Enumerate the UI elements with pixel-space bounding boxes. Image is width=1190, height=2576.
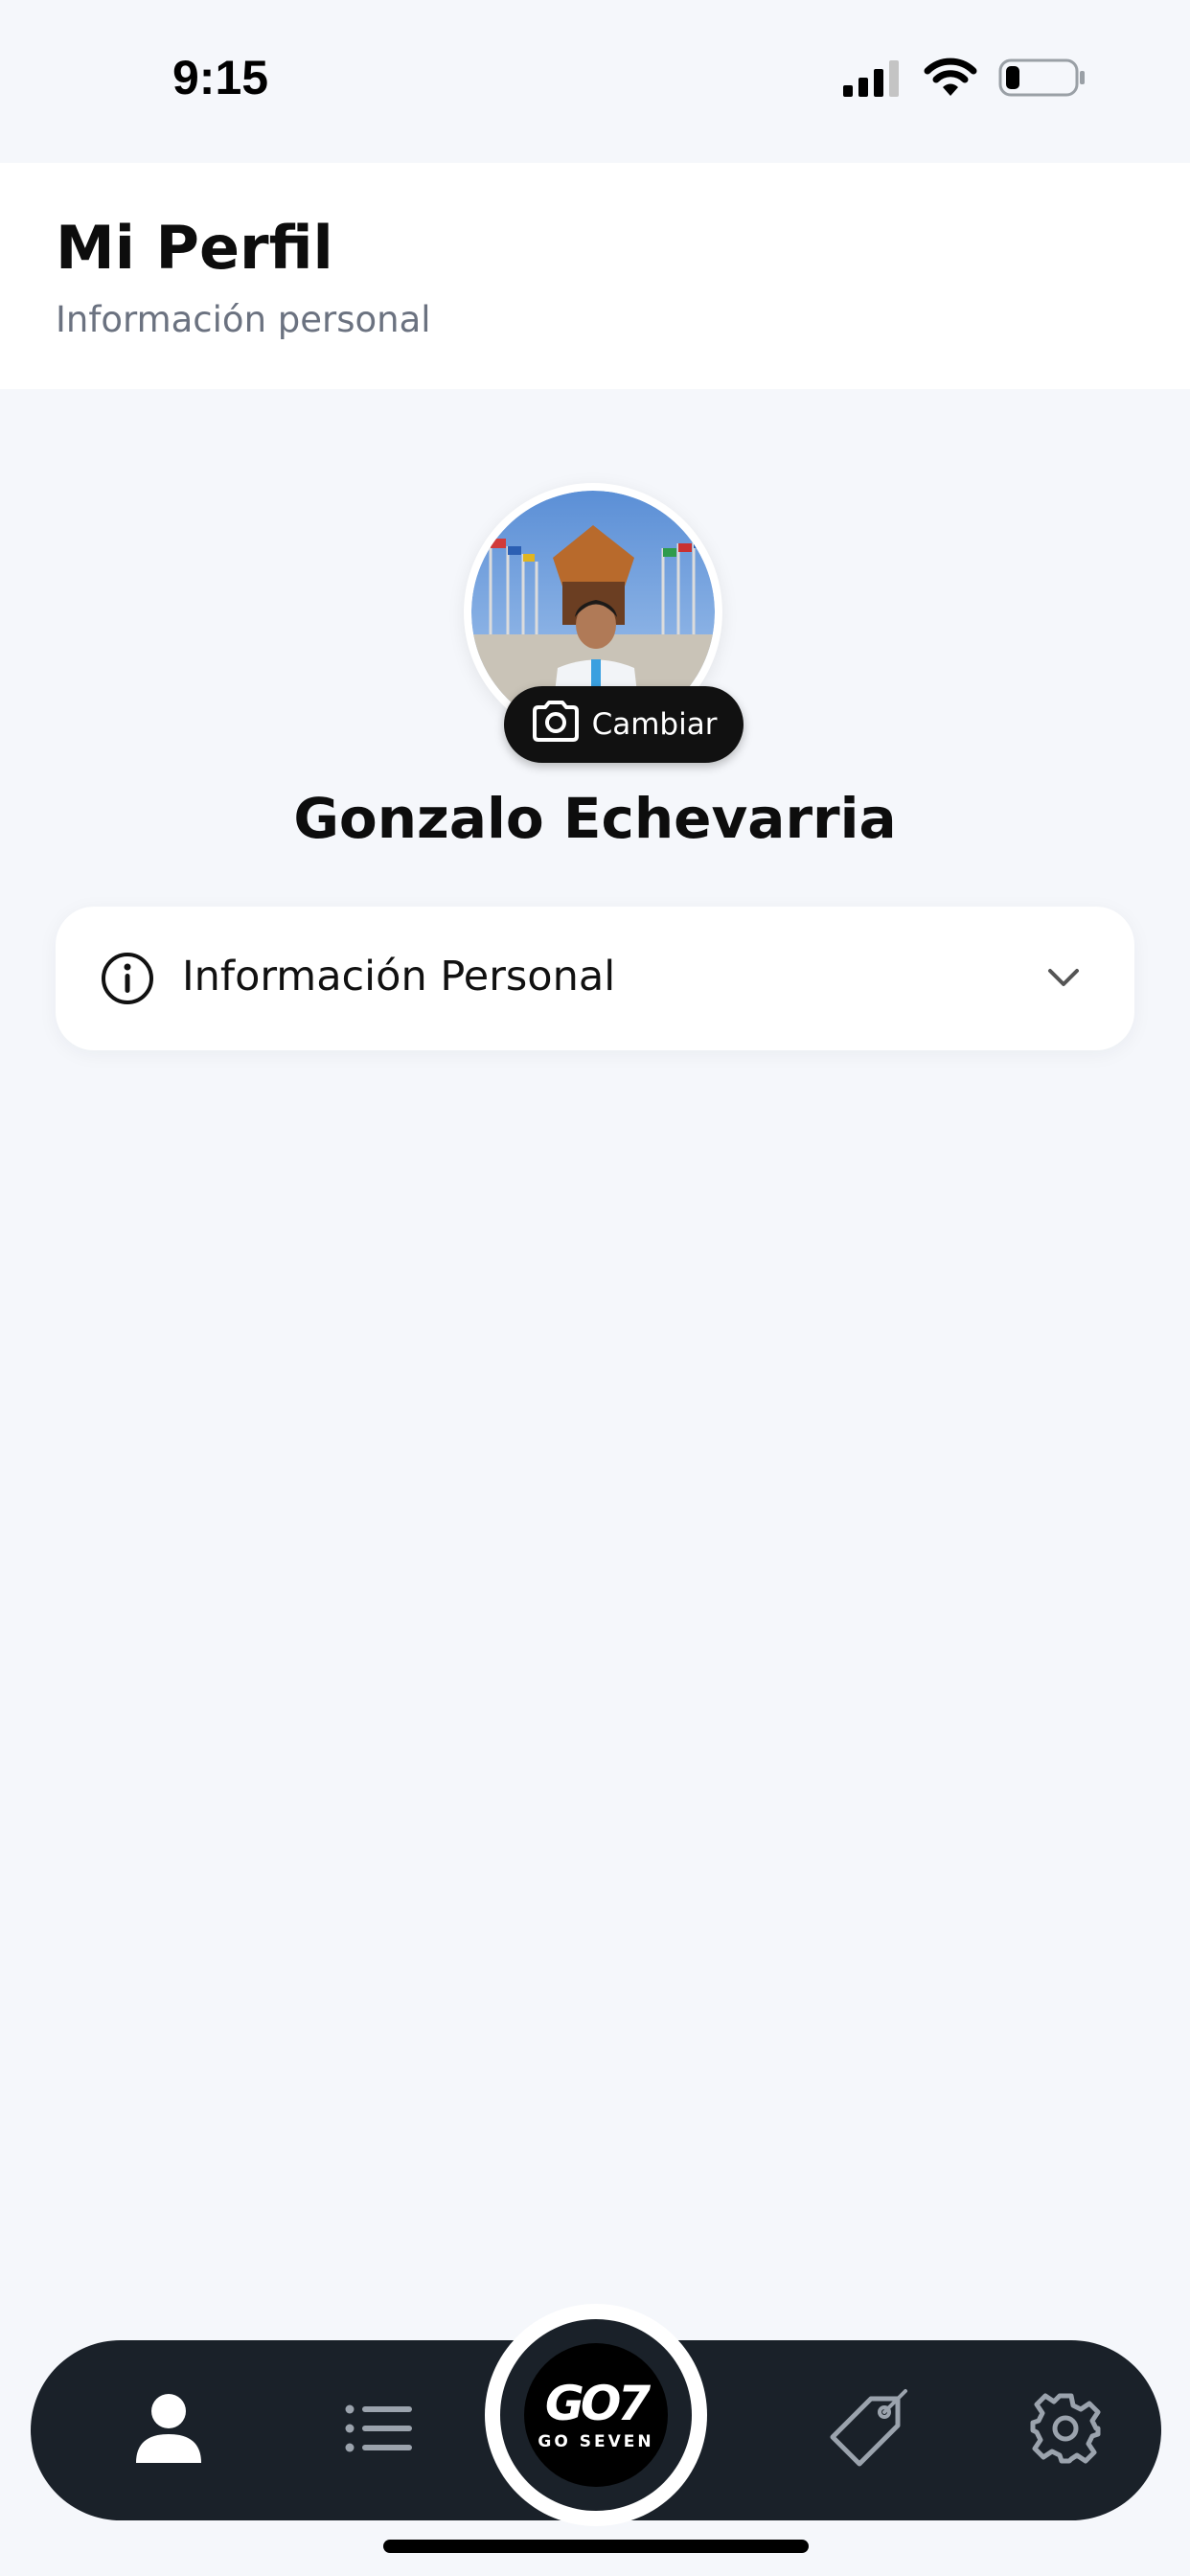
tag-icon — [827, 2387, 909, 2473]
info-icon — [100, 951, 155, 1010]
chevron-down-icon[interactable] — [1042, 956, 1085, 1002]
logo-ring: GO7 GO SEVEN — [500, 2319, 692, 2511]
nav-tags[interactable] — [788, 2340, 949, 2520]
home-indicator[interactable] — [383, 2540, 809, 2553]
change-photo-label: Cambiar — [591, 707, 718, 742]
accordion-label: Información Personal — [182, 953, 616, 1000]
nav-profile[interactable] — [88, 2340, 249, 2520]
personal-info-accordion[interactable]: Información Personal — [56, 907, 1134, 1050]
signal-icon — [841, 58, 903, 101]
battery-icon — [998, 57, 1087, 103]
logo-main-text: GO7 — [544, 2376, 651, 2431]
logo-sub-text: GO SEVEN — [538, 2432, 654, 2451]
status-bar: 9:15 — [0, 0, 1190, 163]
change-photo-button[interactable]: Cambiar — [504, 686, 744, 763]
page-title: Mi Perfil — [56, 213, 333, 283]
list-icon — [345, 2404, 414, 2457]
user-icon — [134, 2392, 203, 2469]
gear-icon — [1029, 2392, 1102, 2469]
profile-screen: 9:15 Mi Perfil Información personal Camb… — [0, 0, 1190, 2576]
camera-icon — [531, 700, 581, 749]
status-time: 9:15 — [172, 51, 269, 104]
user-name: Gonzalo Echevarria — [293, 786, 897, 851]
status-icons — [841, 58, 1087, 102]
page-header: Mi Perfil Información personal — [0, 163, 1190, 389]
nav-home-logo-button[interactable]: GO7 GO SEVEN — [485, 2304, 707, 2526]
page-subtitle: Información personal — [56, 299, 431, 340]
go-seven-logo: GO7 GO SEVEN — [524, 2343, 668, 2487]
nav-settings[interactable] — [998, 2340, 1133, 2520]
nav-list[interactable] — [299, 2340, 460, 2520]
wifi-icon — [924, 58, 977, 102]
